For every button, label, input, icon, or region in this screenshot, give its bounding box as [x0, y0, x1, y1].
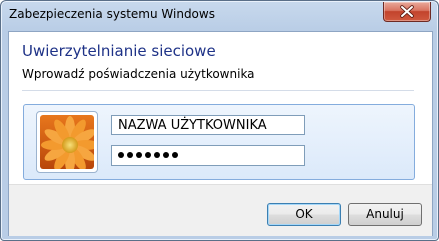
password-dot	[118, 152, 124, 158]
close-icon	[400, 5, 414, 18]
password-dot	[127, 152, 133, 158]
password-dot	[136, 152, 142, 158]
credential-dialog-window: Zabezpieczenia systemu Windows Uwierzyte…	[0, 0, 439, 241]
dialog-heading: Uwierzytelnianie sieciowe	[22, 42, 216, 60]
separator	[22, 90, 414, 91]
password-dot	[163, 152, 169, 158]
password-dot	[145, 152, 151, 158]
credential-tile[interactable]: NAZWA UŻYTKOWNIKA	[23, 104, 415, 180]
cancel-button[interactable]: Anuluj	[348, 203, 422, 226]
user-avatar	[36, 111, 98, 173]
title-bar[interactable]: Zabezpieczenia systemu Windows	[1, 1, 438, 31]
window-title: Zabezpieczenia systemu Windows	[9, 7, 215, 21]
dialog-subheading: Wprowadź poświadczenia użytkownika	[22, 67, 255, 81]
button-bar: OK Anuluj	[9, 184, 432, 236]
password-dot	[172, 152, 178, 158]
password-dot	[154, 152, 160, 158]
close-button[interactable]	[383, 2, 431, 22]
username-field[interactable]: NAZWA UŻYTKOWNIKA	[111, 115, 305, 135]
password-mask	[118, 152, 178, 160]
flower-avatar-icon	[40, 115, 94, 169]
ok-button[interactable]: OK	[267, 203, 341, 226]
password-field[interactable]	[111, 145, 305, 166]
dialog-content: Uwierzytelnianie sieciowe Wprowadź poświ…	[8, 31, 433, 236]
